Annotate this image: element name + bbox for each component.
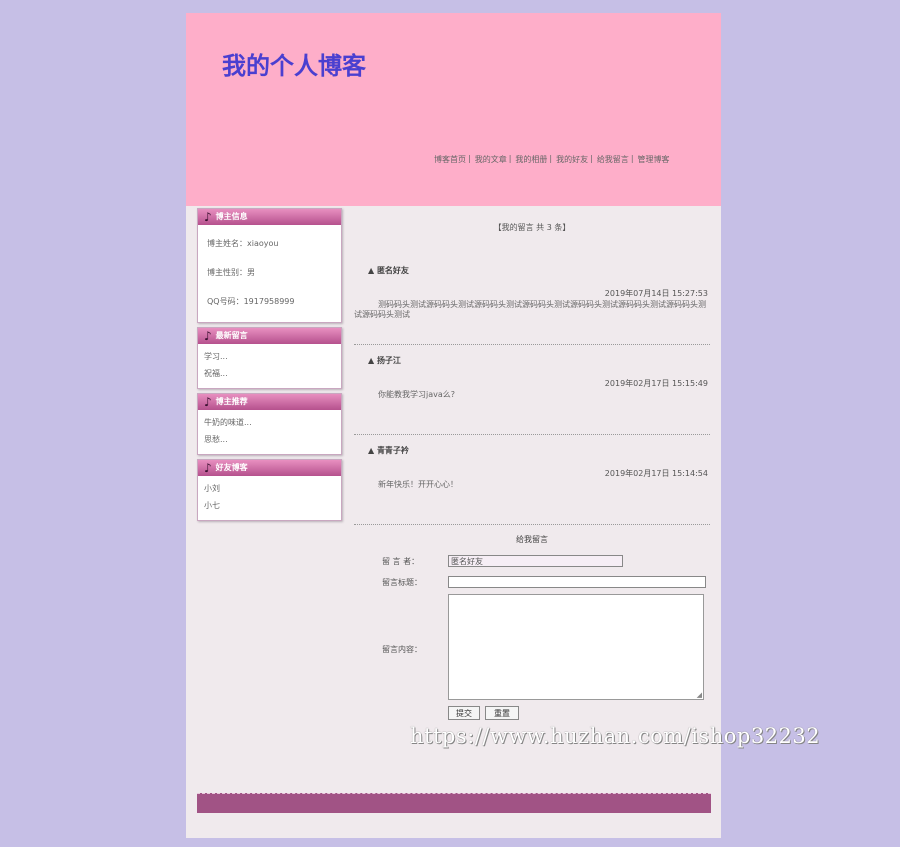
box-title: 最新留言 xyxy=(215,331,248,340)
blogger-gender: 博主性别：男 xyxy=(207,268,255,277)
latest-messages-box: ♪ 最新留言 学习... 祝福... xyxy=(197,327,342,389)
subject-label: 留言标题： xyxy=(382,578,422,587)
blogger-qq: QQ号码：1917958999 xyxy=(207,297,295,306)
latest-messages-body: 学习... 祝福... xyxy=(198,344,341,388)
latest-message-link[interactable]: 学习... xyxy=(204,348,335,365)
box-title: 博主推荐 xyxy=(215,397,248,406)
message-form: 给我留言 留 言 者： 匿名好友 留言标题： 留言内容： ◢ 提交 重置 xyxy=(354,534,710,720)
main-nav: 博客首页 | 我的文章 | 我的相册 | 我的好友 | 给我留言 | 管理博客 xyxy=(434,154,670,165)
latest-messages-header: ♪ 最新留言 xyxy=(198,328,341,344)
form-title: 给我留言 xyxy=(516,535,548,544)
message-item: ▲ 匿名好友 2019年07月14日 15:27:53 测码码头测试源码码头测试… xyxy=(354,255,710,345)
box-title: 博主信息 xyxy=(215,212,248,221)
message-text: 你能教我学习java么? xyxy=(378,390,456,399)
nav-articles[interactable]: 我的文章 xyxy=(475,154,507,165)
message-author: ▲ 扬子江 xyxy=(368,356,401,365)
friend-blogs-header: ♪ 好友博客 xyxy=(198,460,341,476)
friend-blogs-body: 小刘 小七 xyxy=(198,476,341,520)
music-note-icon: ♪ xyxy=(204,210,212,224)
author-input[interactable]: 匿名好友 xyxy=(448,555,623,567)
blogger-info-header: ♪ 博主信息 xyxy=(198,209,341,225)
nav-album[interactable]: 我的相册 xyxy=(515,154,547,165)
footer-bar xyxy=(197,793,711,813)
blogger-info-box: ♪ 博主信息 博主姓名：xiaoyou 博主性别：男 QQ号码：19179589… xyxy=(197,208,342,323)
message-count: 【我的留言 共 3 条】 xyxy=(493,223,571,232)
recommended-link[interactable]: 思愁... xyxy=(204,431,335,448)
content-textarea[interactable]: ◢ xyxy=(448,594,704,700)
nav-separator: | xyxy=(630,154,634,163)
blogger-name: 博主姓名：xiaoyou xyxy=(207,239,279,248)
music-note-icon: ♪ xyxy=(204,461,212,475)
message-item: ▲ 扬子江 2019年02月17日 15:15:49 你能教我学习java么? xyxy=(354,345,710,435)
friend-blogs-box: ♪ 好友博客 小刘 小七 xyxy=(197,459,342,521)
message-item: ▲ 青青子衿 2019年02月17日 15:14:54 新年快乐！开开心心！ xyxy=(354,435,710,525)
watermark-text: https://www.huzhan.com/ishop32232 xyxy=(410,724,821,748)
subject-input[interactable] xyxy=(448,576,706,588)
nav-home[interactable]: 博客首页 xyxy=(434,154,466,165)
message-date: 2019年02月17日 15:14:54 xyxy=(604,469,708,478)
recommended-header: ♪ 博主推荐 xyxy=(198,394,341,410)
message-date: 2019年07月14日 15:27:53 xyxy=(604,289,708,298)
friend-blog-link[interactable]: 小刘 xyxy=(204,480,335,497)
content-label: 留言内容： xyxy=(382,645,422,654)
music-note-icon: ♪ xyxy=(204,329,212,343)
sidebar: ♪ 博主信息 博主姓名：xiaoyou 博主性别：男 QQ号码：19179589… xyxy=(197,208,342,525)
nav-separator: | xyxy=(590,154,593,163)
music-note-icon: ♪ xyxy=(204,395,212,409)
message-text: 新年快乐！开开心心！ xyxy=(378,480,458,489)
nav-separator: | xyxy=(468,154,471,163)
recommended-link[interactable]: 牛奶的味道... xyxy=(204,414,335,431)
submit-button[interactable]: 提交 xyxy=(448,706,480,720)
box-title: 好友博客 xyxy=(215,463,248,472)
message-date: 2019年02月17日 15:15:49 xyxy=(604,379,708,388)
nav-separator: | xyxy=(508,154,512,163)
site-header: 我的个人博客 博客首页 | 我的文章 | 我的相册 | 我的好友 | 给我留言 … xyxy=(186,13,721,206)
nav-separator: | xyxy=(549,154,553,163)
message-author: ▲ 匿名好友 xyxy=(368,266,409,275)
resize-handle-icon[interactable]: ◢ xyxy=(697,691,702,699)
nav-friends[interactable]: 我的好友 xyxy=(556,154,588,165)
reset-button[interactable]: 重置 xyxy=(485,706,519,720)
page-container: 我的个人博客 博客首页 | 我的文章 | 我的相册 | 我的好友 | 给我留言 … xyxy=(186,13,721,838)
latest-message-link[interactable]: 祝福... xyxy=(204,365,335,382)
recommended-box: ♪ 博主推荐 牛奶的味道... 思愁... xyxy=(197,393,342,455)
message-text: 测码码头测试源码码头测试源码码头测试源码码头测试源码码头测试源码码头测试源码码头… xyxy=(354,300,706,319)
message-author: ▲ 青青子衿 xyxy=(368,446,409,455)
main-content: 【我的留言 共 3 条】 ▲ 匿名好友 2019年07月14日 15:27:53… xyxy=(354,208,710,720)
blogger-info-body: 博主姓名：xiaoyou 博主性别：男 QQ号码：1917958999 xyxy=(198,225,341,322)
site-title: 我的个人博客 xyxy=(222,52,366,80)
nav-manage-blog[interactable]: 管理博客 xyxy=(638,154,670,165)
author-label: 留 言 者： xyxy=(382,557,420,566)
recommended-body: 牛奶的味道... 思愁... xyxy=(198,410,341,454)
friend-blog-link[interactable]: 小七 xyxy=(204,497,335,514)
nav-leave-message[interactable]: 给我留言 xyxy=(597,154,629,165)
